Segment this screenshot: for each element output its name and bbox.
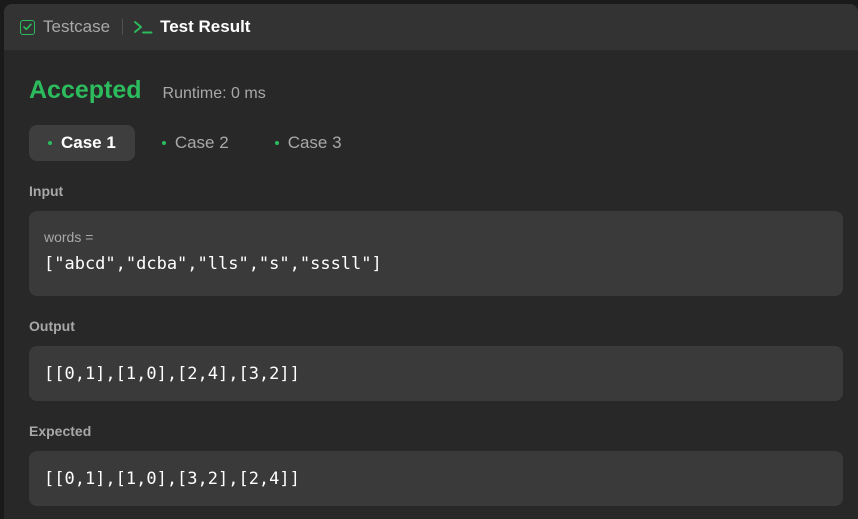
tab-divider — [122, 19, 124, 35]
tab-testcase[interactable]: Testcase — [20, 4, 110, 50]
test-result-panel: Testcase Test Result Accepted Runtime: 0… — [4, 4, 858, 519]
case-pass-dot — [48, 141, 52, 145]
status-row: Accepted Runtime: 0 ms — [29, 76, 833, 105]
input-label: Input — [29, 183, 64, 199]
case-tab-label: Case 2 — [174, 133, 229, 152]
tab-test-result-label: Test Result — [160, 17, 251, 36]
case-pass-dot — [161, 141, 166, 145]
output-box: [[0,1],[1,0],[2,4],[3,2]] — [29, 346, 843, 401]
case-tab-label: Case 1 — [61, 133, 116, 152]
expected-box: [[0,1],[1,0],[3,2],[2,4]] — [29, 451, 843, 506]
result-content: Accepted Runtime: 0 ms Case 1 Case 2 Cas… — [4, 76, 858, 506]
case-tab-3[interactable]: Case 3 — [256, 125, 361, 161]
input-var-name: words = — [44, 229, 94, 245]
terminal-prompt-icon — [133, 19, 153, 35]
status-text: Accepted — [29, 76, 142, 104]
output-label: Output — [29, 318, 75, 334]
expected-label: Expected — [29, 423, 92, 439]
output-value: [[0,1],[1,0],[2,4],[3,2]] — [44, 363, 300, 384]
case-pass-dot — [274, 141, 279, 145]
case-tabs: Case 1 Case 2 Case 3 — [29, 125, 833, 161]
case-tab-1[interactable]: Case 1 — [29, 125, 135, 161]
checkbox-check-icon — [20, 19, 35, 35]
case-tab-label: Case 3 — [287, 133, 342, 152]
input-box: words = ["abcd","dcba","lls","s","sssll"… — [29, 211, 843, 296]
tab-test-result[interactable]: Test Result — [133, 4, 250, 50]
tab-testcase-label: Testcase — [43, 17, 111, 36]
runtime-text: Runtime: 0 ms — [162, 85, 266, 102]
input-value: ["abcd","dcba","lls","s","sssll"] — [44, 254, 382, 274]
case-tab-2[interactable]: Case 2 — [143, 125, 248, 161]
expected-value: [[0,1],[1,0],[3,2],[2,4]] — [44, 468, 300, 489]
panel-tab-bar: Testcase Test Result — [4, 4, 858, 51]
